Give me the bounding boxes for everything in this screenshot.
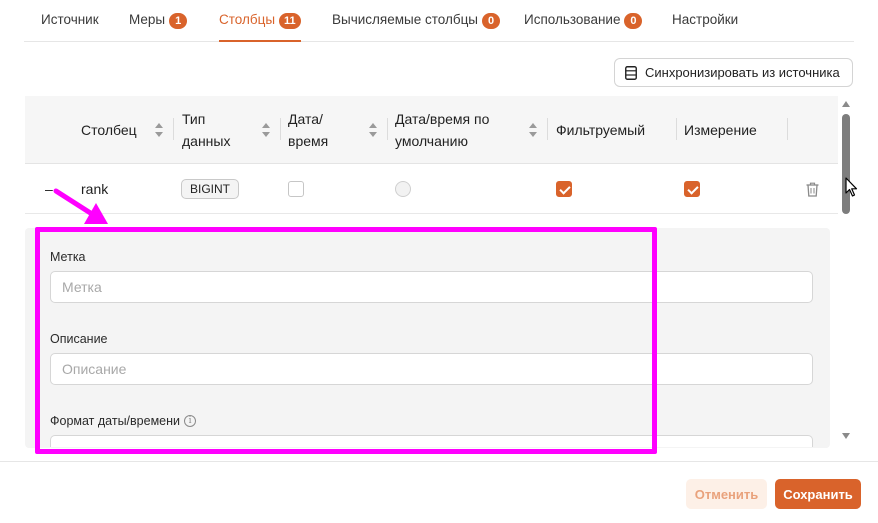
- sort-icon[interactable]: [369, 123, 378, 137]
- column-divider[interactable]: [676, 118, 677, 140]
- mouse-cursor-icon: [845, 177, 858, 197]
- tab-source[interactable]: Источник: [41, 12, 99, 42]
- footer-divider: [0, 461, 878, 462]
- column-divider[interactable]: [787, 118, 788, 140]
- save-button[interactable]: Сохранить: [775, 479, 861, 509]
- filterable-checkbox[interactable]: [556, 181, 572, 197]
- datetime-format-field-label: Формат даты/времени i: [50, 414, 197, 428]
- column-divider[interactable]: [280, 118, 281, 140]
- dimension-checkbox[interactable]: [684, 181, 700, 197]
- sort-icon[interactable]: [262, 123, 271, 137]
- tab-count-badge: 11: [279, 13, 301, 29]
- default-datetime-radio[interactable]: [395, 181, 411, 197]
- info-icon[interactable]: i: [184, 415, 197, 427]
- trash-icon: [806, 182, 819, 197]
- sync-from-source-button[interactable]: Синхронизировать из источника: [614, 58, 853, 87]
- tab-usage[interactable]: Использование 0: [524, 12, 643, 42]
- data-type-tag: BIGINT: [181, 179, 240, 199]
- scrollbar-thumb[interactable]: [842, 114, 850, 214]
- datetime-checkbox[interactable]: [288, 181, 304, 197]
- tab-count-badge: 0: [624, 13, 643, 29]
- column-header-name: Столбец: [81, 122, 137, 138]
- tab-columns[interactable]: Столбцы 11: [219, 12, 301, 42]
- dimension-checkbox-cell: [684, 164, 700, 214]
- default-datetime-cell: [395, 164, 411, 214]
- sort-icon[interactable]: [155, 123, 164, 137]
- datetime-checkbox-cell: [288, 164, 304, 214]
- filterable-checkbox-cell: [556, 164, 572, 214]
- tab-bar: Источник Меры 1 Столбцы 11 Вычисляемые с…: [24, 0, 854, 42]
- column-header-type: Тип данных: [182, 111, 231, 149]
- scroll-up-arrow-icon[interactable]: [842, 101, 850, 107]
- label-field-label: Метка: [50, 250, 86, 264]
- column-divider[interactable]: [387, 118, 388, 140]
- description-input[interactable]: [50, 353, 813, 385]
- datetime-format-input[interactable]: [50, 435, 813, 447]
- scroll-down-arrow-icon[interactable]: [842, 433, 850, 439]
- column-name-cell: rank: [81, 181, 109, 197]
- sort-icon[interactable]: [529, 123, 538, 137]
- collapse-row-button[interactable]: –: [45, 164, 53, 214]
- column-header-datetime: Дата/ время: [288, 111, 329, 149]
- cancel-button[interactable]: Отменить: [686, 479, 767, 509]
- table-header: Столбец Тип данных Дата/ время Дата/врем…: [25, 96, 838, 164]
- tab-measures[interactable]: Меры 1: [129, 12, 188, 42]
- description-field-label: Описание: [50, 332, 108, 346]
- table-row: – rank BIGINT: [25, 164, 838, 214]
- label-input[interactable]: [50, 271, 813, 303]
- column-header-filterable: Фильтруемый: [556, 122, 646, 138]
- database-icon: [625, 65, 637, 80]
- tab-count-badge: 1: [169, 13, 188, 29]
- tab-calculated-columns[interactable]: Вычисляемые столбцы 0: [332, 12, 501, 42]
- column-divider[interactable]: [547, 118, 548, 140]
- delete-row-button[interactable]: [806, 164, 819, 214]
- tab-settings[interactable]: Настройки: [672, 12, 738, 42]
- column-header-dimension: Измерение: [684, 122, 757, 138]
- column-header-default-datetime: Дата/время по умолчанию: [395, 111, 490, 149]
- tab-count-badge: 0: [482, 13, 501, 29]
- column-divider[interactable]: [173, 118, 174, 140]
- data-type-cell: BIGINT: [181, 164, 240, 214]
